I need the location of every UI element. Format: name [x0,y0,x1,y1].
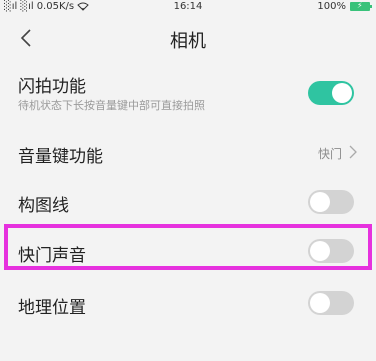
setting-label: 地理位置 [18,298,86,318]
setting-row-shutter-sound[interactable]: 快门声音 [0,226,376,276]
grid-lines-toggle[interactable] [308,190,354,214]
toggle-knob [310,241,330,261]
shutter-sound-toggle[interactable] [308,239,354,263]
setting-row-snapshot[interactable]: 闪拍功能 待机状态下长按音量键中部可直接拍照 [0,64,376,120]
toggle-knob [310,192,330,212]
setting-description: 待机状态下长按音量键中部可直接拍照 [18,99,205,112]
status-bar: ░ıl ░ıl 0.05K/s 16:14 100% ⚡ [0,0,376,14]
location-toggle[interactable] [308,291,354,315]
toggle-knob [332,83,352,103]
toggle-knob [310,293,330,313]
chevron-right-icon [349,145,357,159]
setting-label: 音量键功能 [18,147,103,167]
setting-value: 快门 [317,147,342,161]
setting-label: 快门声音 [18,246,86,266]
snapshot-toggle[interactable] [308,81,354,105]
setting-label: 闪拍功能 [18,77,86,97]
battery-icon: ⚡ [350,1,372,11]
battery-percent: 100% [317,1,346,12]
setting-row-grid-lines[interactable]: 构图线 [0,176,376,226]
header-bar: 相机 [0,14,376,62]
setting-row-location[interactable]: 地理位置 [0,278,376,328]
setting-row-volume-key[interactable]: 音量键功能 快门 [0,128,376,178]
page-title: 相机 [170,31,206,52]
status-right: 100% ⚡ [317,1,372,12]
setting-label: 构图线 [18,196,69,216]
